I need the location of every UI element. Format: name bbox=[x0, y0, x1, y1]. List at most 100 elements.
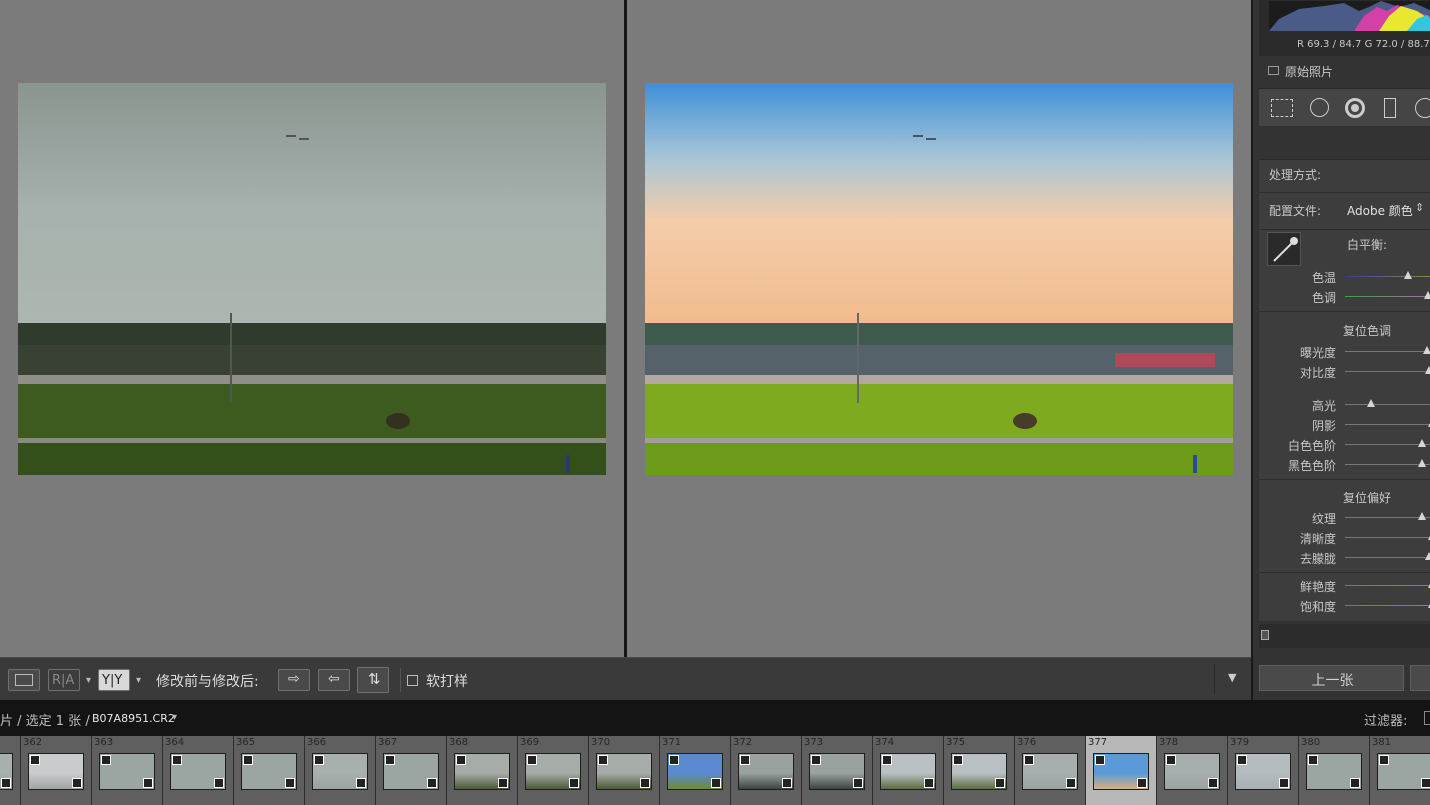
slider-thumb[interactable] bbox=[1403, 271, 1412, 279]
soft-proof-checkbox[interactable] bbox=[407, 675, 418, 686]
previous-button[interactable]: 上一张 bbox=[1259, 665, 1404, 691]
slider-label: 饱和度 bbox=[1299, 600, 1336, 614]
divider bbox=[1259, 311, 1430, 312]
virtual-copy-badge-icon bbox=[30, 755, 40, 765]
slider-thumb[interactable] bbox=[1422, 346, 1430, 354]
slider-thumb[interactable] bbox=[1367, 399, 1376, 407]
white-balance-eyedropper[interactable] bbox=[1267, 232, 1301, 266]
filmstrip-thumbnail[interactable]: 378 bbox=[1157, 736, 1228, 805]
filmstrip-thumbnail[interactable]: 368 bbox=[447, 736, 518, 805]
filmstrip-thumbnail[interactable]: 375 bbox=[944, 736, 1015, 805]
slider-label: 纹理 bbox=[1311, 512, 1336, 526]
filmstrip-thumbnail[interactable]: 365 bbox=[234, 736, 305, 805]
original-photo-checkbox[interactable] bbox=[1268, 66, 1279, 75]
loupe-icon bbox=[15, 674, 33, 686]
copy-before-to-after-button[interactable]: ⇨ bbox=[278, 669, 310, 691]
edited-badge-icon bbox=[1137, 778, 1147, 788]
compare-toolbar: R|A ▾ Y|Y ▾ 修改前与修改后: ⇨ ⇦ ⇅ 软打样 ▼ bbox=[0, 657, 1251, 700]
edited-badge-icon bbox=[711, 778, 721, 788]
filmstrip-thumbnail[interactable]: 364 bbox=[163, 736, 234, 805]
filmstrip-thumbnail[interactable]: 373 bbox=[802, 736, 873, 805]
slider-thumb[interactable] bbox=[1425, 552, 1430, 560]
spot-removal-icon[interactable] bbox=[1310, 98, 1329, 117]
redeye-icon[interactable] bbox=[1345, 98, 1365, 118]
file-name[interactable]: B07A8951.CR2 bbox=[92, 712, 175, 725]
edited-badge-icon bbox=[640, 778, 650, 788]
filmstrip: 1362 363 364 365 366 367 368 369 370 371 372 373 374… bbox=[0, 736, 1430, 805]
treatment-label: 处理方式: bbox=[1269, 168, 1322, 182]
slider-label: 去朦胧 bbox=[1299, 552, 1336, 566]
reset-button[interactable] bbox=[1410, 665, 1430, 691]
after-photo[interactable] bbox=[645, 83, 1233, 475]
virtual-copy-badge-icon bbox=[314, 755, 324, 765]
slider-label: 色调 bbox=[1311, 291, 1336, 305]
lightroom-develop-window: R|A ▾ Y|Y ▾ 修改前与修改后: ⇨ ⇦ ⇅ 软打样 ▼ R 69.3 … bbox=[0, 0, 1430, 805]
slider-thumb[interactable] bbox=[1417, 512, 1426, 520]
slider-row: 黑色色阶 bbox=[1259, 454, 1430, 474]
slider-label: 黑色色阶 bbox=[1287, 459, 1336, 473]
slider-track[interactable] bbox=[1345, 351, 1430, 352]
slider-thumb[interactable] bbox=[1425, 366, 1430, 374]
slider-track[interactable] bbox=[1345, 371, 1430, 372]
slider-thumb[interactable] bbox=[1417, 439, 1426, 447]
filmstrip-thumbnail[interactable]: 372 bbox=[731, 736, 802, 805]
crop-tool-icon[interactable] bbox=[1271, 99, 1293, 117]
virtual-copy-badge-icon bbox=[953, 755, 963, 765]
slider-track[interactable] bbox=[1345, 585, 1430, 586]
slider-label: 高光 bbox=[1311, 399, 1336, 413]
filmstrip-thumbnail[interactable]: 371 bbox=[660, 736, 731, 805]
slider-track[interactable] bbox=[1345, 296, 1430, 297]
slider-track[interactable] bbox=[1345, 404, 1430, 405]
slider-track[interactable] bbox=[1345, 557, 1430, 558]
slider-track[interactable] bbox=[1345, 276, 1430, 277]
filmstrip-thumbnail[interactable]: 377 bbox=[1086, 736, 1157, 805]
reset-presence-button[interactable]: 复位偏好 bbox=[1343, 489, 1391, 506]
dropdown-arrow-icon[interactable]: ▾ bbox=[136, 675, 141, 686]
filmstrip-header: 片 / 选定 1 张 / B07A8951.CR2 ▾ 过滤器: bbox=[0, 700, 1430, 736]
toolbar-menu-button[interactable]: ▼ bbox=[1214, 664, 1250, 694]
dropdown-arrow-icon[interactable]: ▾ bbox=[172, 712, 177, 723]
dropdown-arrow-icon[interactable]: ▾ bbox=[86, 675, 91, 686]
profile-select[interactable]: Adobe 颜色 bbox=[1347, 202, 1413, 219]
copy-after-to-before-button[interactable]: ⇦ bbox=[318, 669, 350, 691]
swap-before-after-button[interactable]: ⇅ bbox=[357, 667, 389, 693]
thumbnail-number: 371 bbox=[662, 737, 682, 748]
before-after-split-button[interactable]: Y|Y bbox=[98, 669, 130, 691]
updown-arrows-icon[interactable]: ⇕ bbox=[1415, 201, 1424, 214]
reset-tone-button[interactable]: 复位色调 bbox=[1343, 322, 1391, 339]
slider-track[interactable] bbox=[1345, 424, 1430, 425]
filmstrip-thumbnail[interactable]: 381 bbox=[1370, 736, 1430, 805]
filmstrip-thumbnail[interactable]: 379 bbox=[1228, 736, 1299, 805]
histogram-section: R 69.3 / 84.7 G 72.0 / 88.7 bbox=[1259, 0, 1430, 56]
filmstrip-thumbnail[interactable]: 367 bbox=[376, 736, 447, 805]
filmstrip-thumbnail[interactable]: 369 bbox=[518, 736, 589, 805]
virtual-copy-badge-icon bbox=[243, 755, 253, 765]
loupe-view-button[interactable] bbox=[8, 669, 40, 691]
filmstrip-thumbnail[interactable]: 370 bbox=[589, 736, 660, 805]
filmstrip-thumbnail[interactable]: 376 bbox=[1015, 736, 1086, 805]
before-photo[interactable] bbox=[18, 83, 606, 475]
thumbnail-number: 364 bbox=[165, 737, 185, 748]
radial-filter-icon[interactable] bbox=[1415, 98, 1430, 118]
filmstrip-thumbnail[interactable]: 362 bbox=[21, 736, 92, 805]
slider-thumb[interactable] bbox=[1417, 459, 1426, 467]
original-photo-row: 原始照片 bbox=[1259, 58, 1430, 84]
filmstrip-thumbnail[interactable]: 380 bbox=[1299, 736, 1370, 805]
slider-track[interactable] bbox=[1345, 605, 1430, 606]
filmstrip-thumbnail[interactable]: 366 bbox=[305, 736, 376, 805]
before-after-label: 修改前与修改后: bbox=[156, 674, 259, 690]
filmstrip-thumbnail[interactable]: 374 bbox=[873, 736, 944, 805]
filmstrip-thumbnail[interactable]: 1 bbox=[0, 736, 21, 805]
triangle-down-icon: ▼ bbox=[1228, 671, 1237, 684]
divider bbox=[1259, 572, 1430, 573]
slider-label: 白色色阶 bbox=[1287, 439, 1336, 453]
filter-toggle[interactable] bbox=[1424, 711, 1430, 725]
graduated-filter-icon[interactable] bbox=[1384, 98, 1396, 118]
panel-switch-icon[interactable] bbox=[1261, 630, 1269, 640]
slider-track[interactable] bbox=[1345, 537, 1430, 538]
tool-strip bbox=[1259, 88, 1430, 126]
panel-switch-row bbox=[1259, 624, 1430, 648]
filmstrip-thumbnail[interactable]: 363 bbox=[92, 736, 163, 805]
before-after-lr-button[interactable]: R|A bbox=[48, 669, 80, 691]
slider-thumb[interactable] bbox=[1423, 291, 1430, 299]
